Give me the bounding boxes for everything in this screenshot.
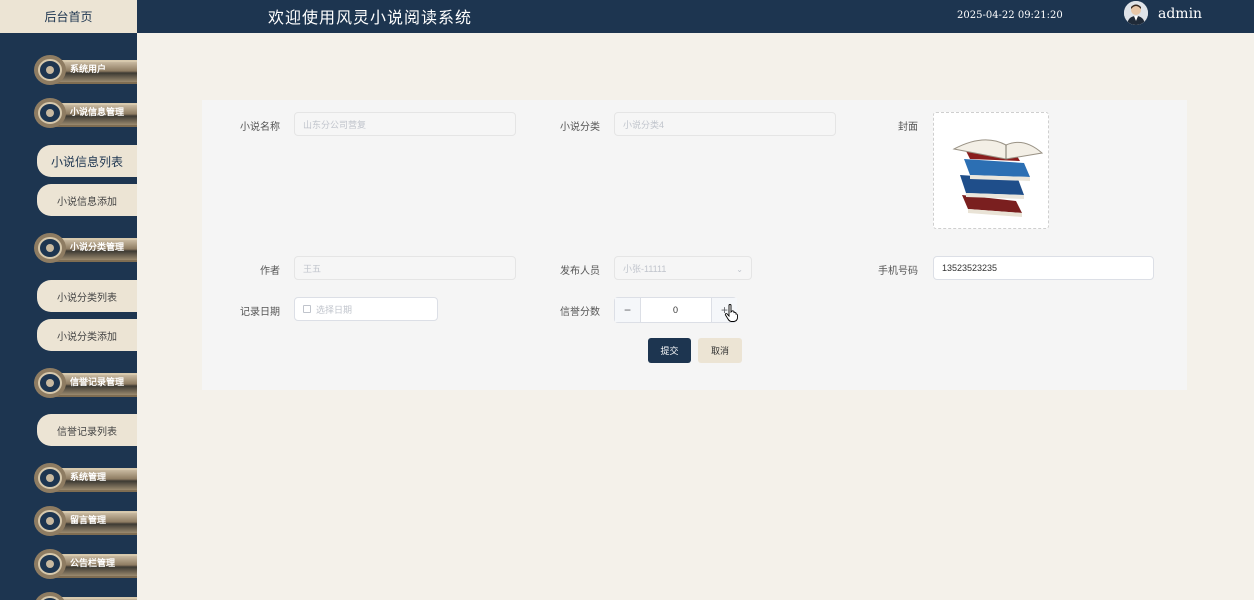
phone-label: 手机号码 (878, 266, 918, 277)
sidebar-item-category-list[interactable]: 小说分类列表 (37, 280, 137, 312)
book-stack-icon (952, 139, 1044, 217)
sidebar-item-system-users[interactable]: 系统用户 (32, 52, 137, 88)
novel-name-label: 小说名称 (240, 122, 280, 133)
author-field[interactable]: 王五 (294, 256, 516, 280)
chevron-down-icon: ⌄ (736, 265, 743, 274)
publisher-label: 发布人员 (560, 266, 600, 277)
scroll-ornament-icon (34, 549, 66, 579)
cancel-button[interactable]: 取消 (698, 338, 742, 363)
sidebar-item-novel-list[interactable]: 小说信息列表 (37, 145, 137, 177)
scroll-ornament-icon (34, 368, 66, 398)
username[interactable]: admin (1158, 6, 1202, 22)
sidebar-item-category-add[interactable]: 小说分类添加 (37, 319, 137, 351)
score-stepper[interactable]: − 0 + (614, 297, 737, 323)
sidebar: 系统用户 小说信息管理 小说信息列表 小说信息添加 小说分类管理 小说分类列表 … (0, 33, 137, 600)
score-value[interactable]: 0 (640, 298, 711, 322)
app-title: 欢迎使用风灵小说阅读系统 (268, 8, 473, 27)
date-placeholder: 选择日期 (316, 304, 353, 315)
date-picker[interactable]: 选择日期 (294, 297, 438, 321)
phone-field[interactable]: 13523523235 (933, 256, 1154, 280)
home-tab[interactable]: 后台首页 (0, 0, 137, 33)
sidebar-item-novel-add[interactable]: 小说信息添加 (37, 184, 137, 216)
datetime-display: 2025-04-22 09:21:20 (957, 10, 1063, 21)
score-label: 信誉分数 (560, 307, 600, 318)
sidebar-item-credit-mgmt[interactable]: 信誉记录管理 (32, 365, 137, 401)
author-label: 作者 (260, 266, 280, 277)
sidebar-item-credit-list[interactable]: 信誉记录列表 (37, 414, 137, 446)
novel-name-field[interactable]: 山东分公司营复 (294, 112, 516, 136)
avatar[interactable] (1124, 1, 1148, 25)
sidebar-item-more[interactable] (32, 589, 137, 600)
publisher-value: 小张-11111 (623, 263, 667, 274)
scroll-ornament-icon (34, 233, 66, 263)
date-label: 记录日期 (240, 307, 280, 318)
sidebar-item-message-mgmt[interactable]: 留言管理 (32, 503, 137, 539)
scroll-ornament-icon (34, 98, 66, 128)
scroll-ornament-icon (34, 506, 66, 536)
category-label: 小说分类 (560, 122, 600, 133)
sidebar-item-novel-info-mgmt[interactable]: 小说信息管理 (32, 95, 137, 131)
scroll-ornament-icon (34, 55, 66, 85)
cover-upload[interactable] (933, 112, 1049, 229)
scroll-ornament-icon (35, 592, 65, 600)
submit-button[interactable]: 提交 (648, 338, 691, 363)
top-bar: 后台首页 欢迎使用风灵小说阅读系统 2025-04-22 09:21:20 ad… (0, 0, 1254, 33)
hand-cursor-icon (724, 304, 738, 322)
user-avatar-icon (1124, 1, 1148, 25)
category-field[interactable]: 小说分类4 (614, 112, 836, 136)
sidebar-item-system-mgmt[interactable]: 系统管理 (32, 460, 137, 496)
scroll-ornament-icon (34, 463, 66, 493)
publisher-select[interactable]: 小张-11111 ⌄ (614, 256, 752, 280)
calendar-icon (303, 305, 311, 313)
sidebar-item-notice-mgmt[interactable]: 公告栏管理 (32, 546, 137, 582)
decrement-button[interactable]: − (615, 298, 641, 322)
sidebar-item-category-mgmt[interactable]: 小说分类管理 (32, 230, 137, 266)
cover-label: 封面 (898, 122, 918, 133)
